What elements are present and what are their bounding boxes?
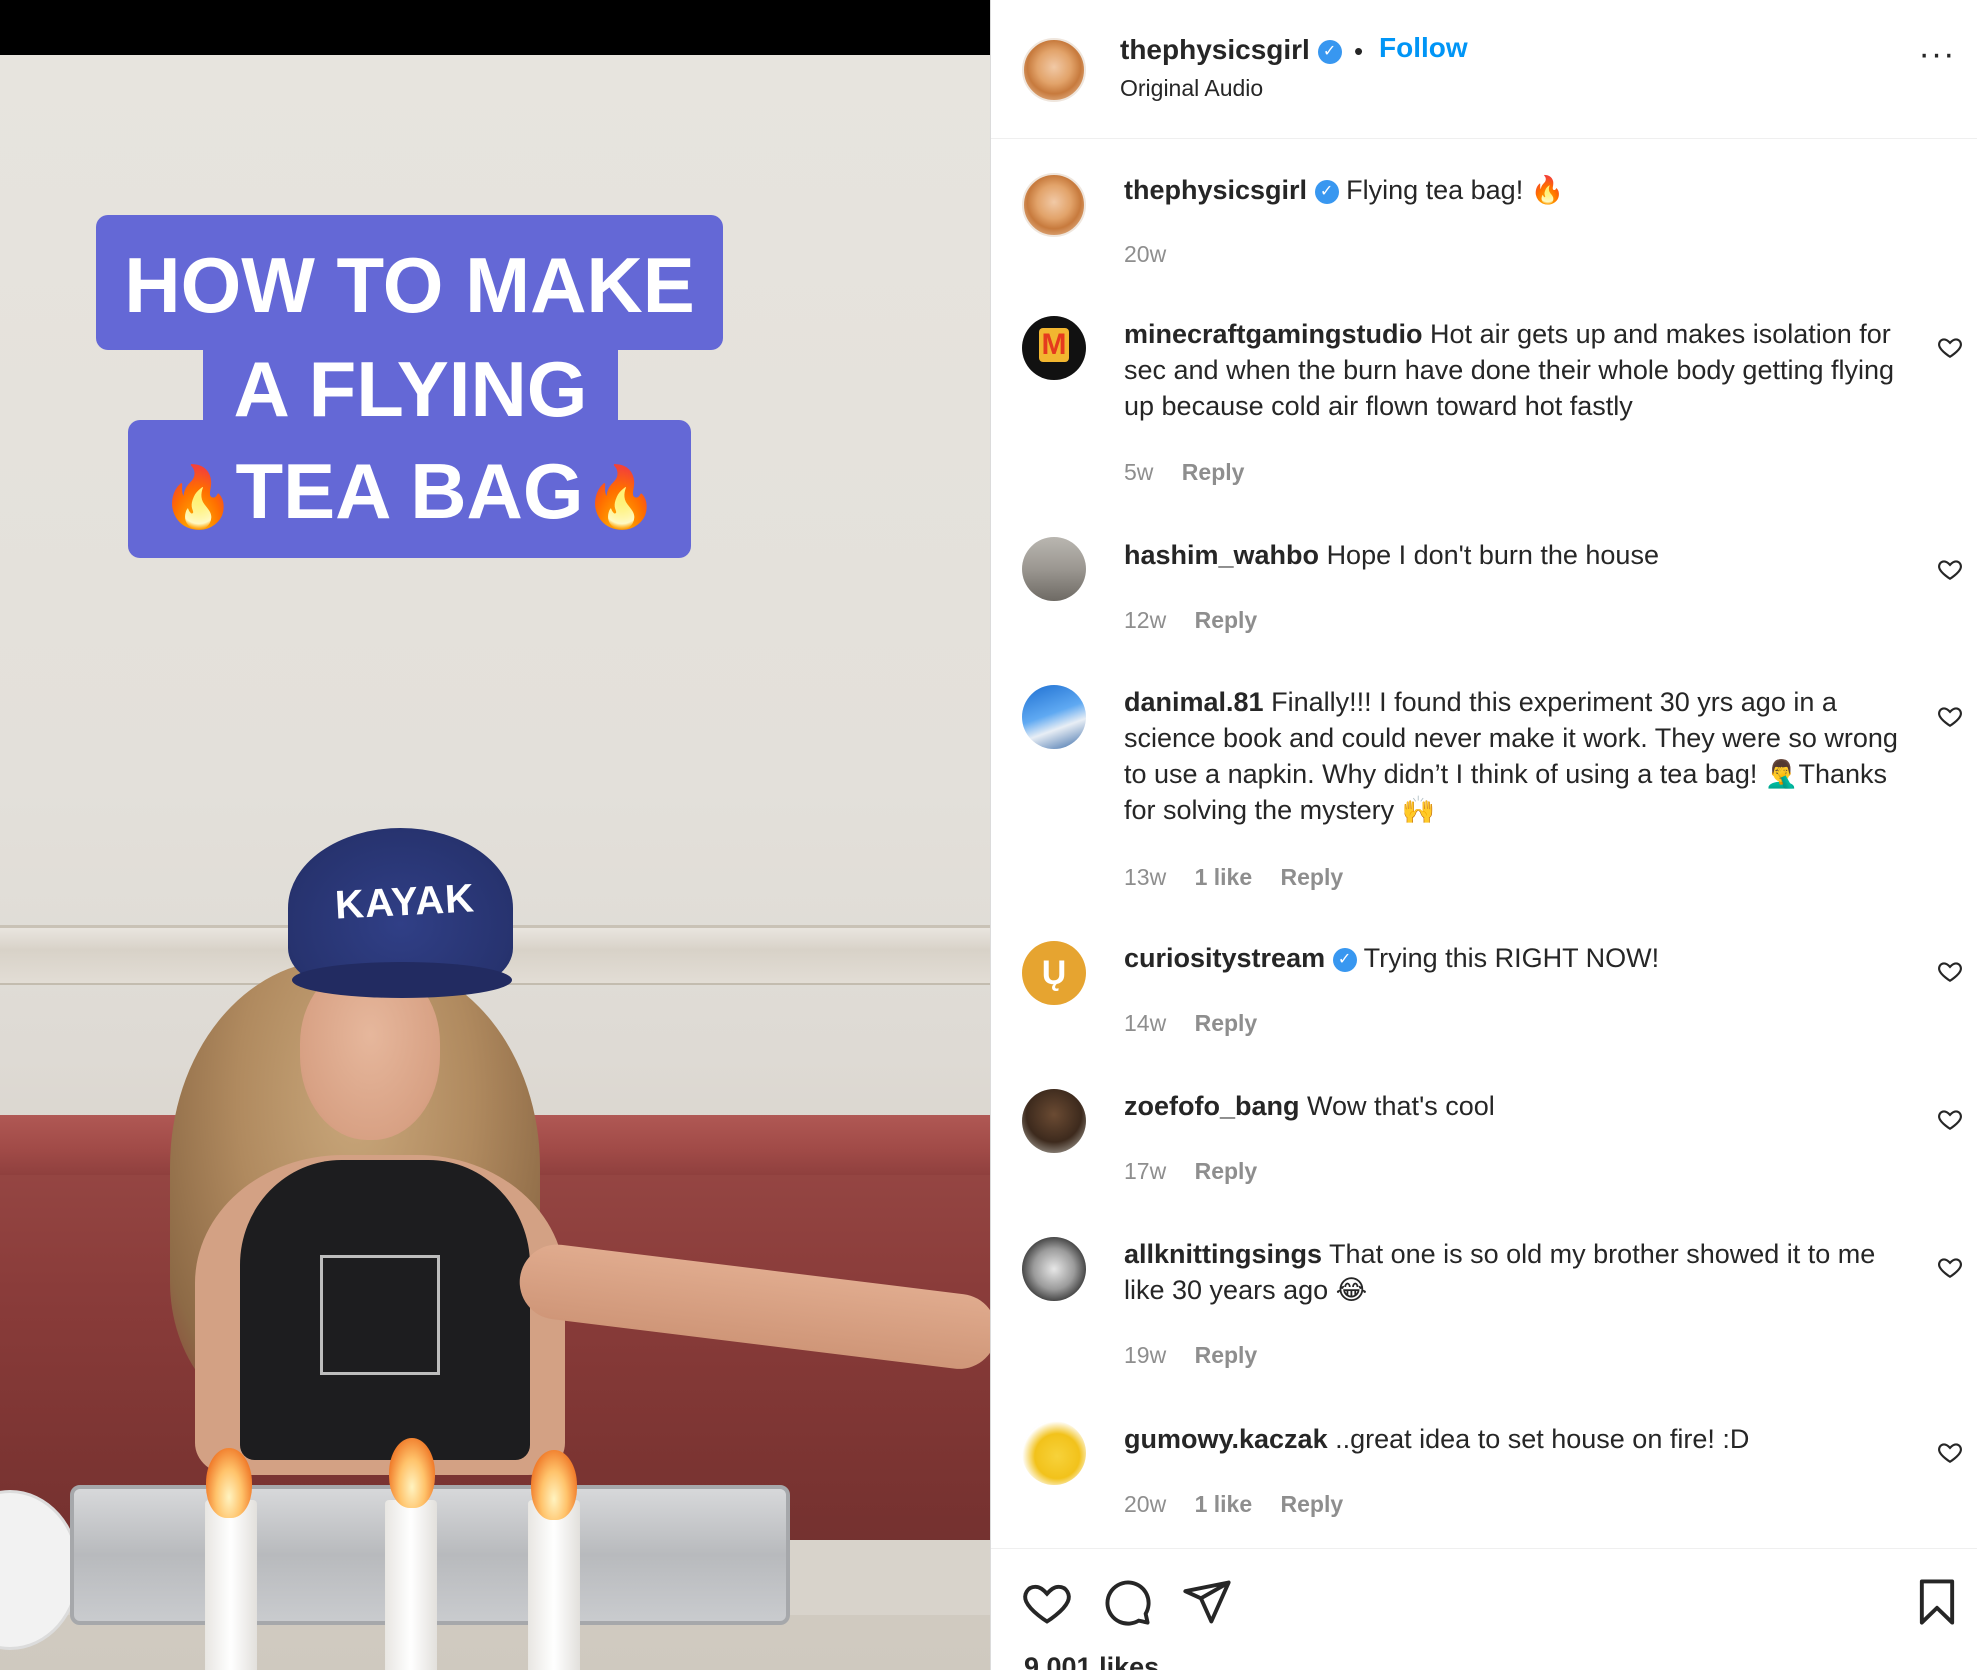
reply-button[interactable]: Reply [1195,1010,1258,1036]
comment: hashim_wahbo Hope I don't burn the house [1124,537,1904,573]
flame [389,1438,435,1508]
shirt-print [320,1255,440,1375]
comment-username[interactable]: hashim_wahbo [1124,540,1319,570]
comment-time[interactable]: 19w [1124,1342,1166,1368]
author-header: thephysicsgirl ✓ [1120,34,1342,66]
commenter-avatar[interactable] [1022,1237,1086,1301]
caption-time[interactable]: 20w [1124,241,1166,267]
reply-button[interactable]: Reply [1195,607,1258,633]
comment-text: Trying this RIGHT NOW! [1363,943,1660,973]
comment-text: Wow that's cool [1307,1091,1495,1121]
comment-like-heart-icon[interactable] [1937,703,1963,729]
caption-meta: 20w [1124,241,1188,268]
m-logo-icon: M [1039,328,1069,362]
verified-badge-icon: ✓ [1314,179,1339,204]
comment-likes[interactable]: 1 like [1195,1491,1253,1517]
commenter-avatar[interactable]: Ų [1022,941,1086,1005]
reply-button[interactable]: Reply [1195,1158,1258,1184]
comment-username[interactable]: danimal.81 [1124,687,1264,717]
burning-tea-bag [385,1500,437,1670]
video-player[interactable]: KAYAK HOW TO MAKE A FLYING 🔥TEA BAG🔥 [0,0,990,1670]
comment-likes[interactable]: 1 like [1195,864,1253,890]
reply-button[interactable]: Reply [1182,459,1245,485]
commenter-avatar[interactable] [1022,1421,1086,1485]
burning-tea-bag [528,1500,580,1670]
title-line-2: A FLYING [233,345,588,433]
instagram-post-view: KAYAK HOW TO MAKE A FLYING 🔥TEA BAG🔥 the… [0,0,1977,1670]
caption-avatar[interactable] [1022,173,1086,237]
comment-username[interactable]: gumowy.kaczak [1124,1424,1328,1454]
comment-meta: 19w Reply [1124,1342,1279,1369]
author-username[interactable]: thephysicsgirl [1120,34,1310,65]
fire-emoji: 🔥 [583,463,659,531]
header-divider [991,138,1977,139]
title-line-3-text: TEA BAG [235,447,584,535]
comment-time[interactable]: 14w [1124,1010,1166,1036]
commenter-avatar[interactable] [1022,537,1086,601]
commenter-avatar[interactable]: M [1022,316,1086,380]
comment-text: Hope I don't burn the house [1326,540,1659,570]
video-letterbox [0,0,990,55]
comment-icon[interactable] [1101,1576,1153,1628]
actions-divider [991,1548,1977,1549]
comment-time[interactable]: 20w [1124,1491,1166,1517]
comment-like-heart-icon[interactable] [1937,1439,1963,1465]
bookmark-icon[interactable] [1911,1576,1963,1628]
follow-button[interactable]: Follow [1379,32,1468,64]
comment: minecraftgamingstudio Hot air gets up an… [1124,316,1904,424]
reply-button[interactable]: Reply [1281,1491,1344,1517]
verified-badge-icon: ✓ [1332,947,1357,972]
curiosity-logo-icon: Ų [1041,954,1067,992]
comment-like-heart-icon[interactable] [1937,958,1963,984]
cap-brim [292,962,512,998]
comment-text: ..great idea to set house on fire! :D [1335,1424,1750,1454]
comment-username[interactable]: allknittingsings [1124,1239,1322,1269]
author-avatar[interactable] [1022,38,1086,102]
comment-meta: 13w 1 like Reply [1124,864,1365,891]
burning-tea-bag [205,1500,257,1670]
comment: danimal.81 Finally!!! I found this exper… [1124,684,1904,828]
comment-username[interactable]: minecraftgamingstudio [1124,319,1423,349]
commenter-avatar[interactable] [1022,1089,1086,1153]
post-caption: thephysicsgirl ✓ Flying tea bag! 🔥 [1124,172,1904,208]
comment-like-heart-icon[interactable] [1937,556,1963,582]
comment-meta: 14w Reply [1124,1010,1279,1037]
title-line-1: HOW TO MAKE [124,241,695,329]
heart-icon[interactable] [1021,1576,1073,1628]
comment: gumowy.kaczak ..great idea to set house … [1124,1421,1904,1457]
comment-meta: 5w Reply [1124,459,1266,486]
comment-like-heart-icon[interactable] [1937,1254,1963,1280]
fire-emoji: 🔥 [160,463,236,531]
title-line-3: 🔥TEA BAG🔥 [128,452,691,530]
flame [206,1448,252,1518]
comment-time[interactable]: 13w [1124,864,1166,890]
comment-time[interactable]: 12w [1124,607,1166,633]
share-icon[interactable] [1181,1576,1233,1628]
commenter-avatar[interactable] [1022,685,1086,749]
reply-button[interactable]: Reply [1195,1342,1258,1368]
likes-count[interactable]: 9,001 likes [1024,1652,1159,1670]
comment-time[interactable]: 17w [1124,1158,1166,1184]
comment: curiositystream ✓ Trying this RIGHT NOW! [1124,940,1904,976]
comment-time[interactable]: 5w [1124,459,1153,485]
comment-like-heart-icon[interactable] [1937,334,1963,360]
flame [531,1450,577,1520]
comment-like-heart-icon[interactable] [1937,1106,1963,1132]
verified-badge-icon: ✓ [1317,39,1342,64]
comment-meta: 20w 1 like Reply [1124,1491,1365,1518]
caption-text: Flying tea bag! 🔥 [1346,175,1565,205]
audio-label[interactable]: Original Audio [1120,75,1263,102]
comment-meta: 12w Reply [1124,607,1279,634]
comment-username[interactable]: zoefofo_bang [1124,1091,1300,1121]
reply-button[interactable]: Reply [1281,864,1344,890]
comment-meta: 17w Reply [1124,1158,1279,1185]
caption-username[interactable]: thephysicsgirl [1124,175,1307,205]
comment-username[interactable]: curiositystream [1124,943,1325,973]
comment: allknittingsings That one is so old my b… [1124,1236,1904,1308]
more-options-icon[interactable]: ··· [1917,37,1957,84]
comment: zoefofo_bang Wow that's cool [1124,1088,1904,1124]
header-separator: • [1354,36,1364,66]
